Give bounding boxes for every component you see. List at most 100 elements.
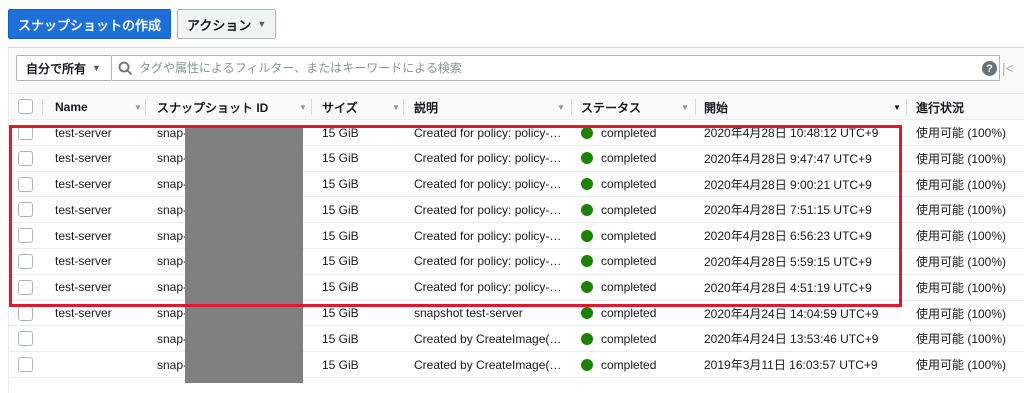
table-row[interactable]: test-server snap-0 15 GiB Created for polic… <box>9 223 1024 249</box>
status-cell-text: completed <box>601 177 657 192</box>
progress-cell: 使用可能 (100%) <box>916 223 1006 248</box>
actions-label: アクション <box>187 17 252 33</box>
size-cell-text: 15 GiB <box>322 357 359 372</box>
column-header-description[interactable]: 説明 <box>414 94 438 120</box>
started-cell-text: 2020年4月24日 14:04:59 UTC+9 <box>704 306 879 321</box>
started-cell: 2020年4月28日 10:48:12 UTC+9 <box>704 120 878 145</box>
size-cell: 15 GiB <box>322 326 359 351</box>
search-icon <box>118 61 133 75</box>
progress-cell-text: 使用可能 (100%) <box>916 229 1007 244</box>
name-cell-text: test-server <box>55 280 112 295</box>
column-label: 進行状況 <box>916 100 965 115</box>
size-cell: 15 GiB <box>322 275 359 300</box>
name-cell-text: test-server <box>55 177 112 192</box>
started-cell: 2020年4月28日 5:59:15 UTC+9 <box>704 249 872 274</box>
status-cell: completed <box>581 326 656 351</box>
status-cell: completed <box>581 172 656 197</box>
status-cell: completed <box>581 352 656 377</box>
size-cell: 15 GiB <box>322 172 359 197</box>
first-page-icon[interactable]: |< <box>1002 60 1014 76</box>
started-cell: 2020年4月28日 9:00:21 UTC+9 <box>704 172 872 197</box>
description-cell-text: Created for policy: policy-… <box>414 177 562 192</box>
status-cell-text: completed <box>601 202 657 217</box>
table-row[interactable]: test-server snap-0 15 GiB Created for polic… <box>9 146 1024 172</box>
progress-cell-text: 使用可能 (100%) <box>916 280 1007 295</box>
column-header-status[interactable]: ステータス <box>581 94 641 120</box>
table-row[interactable]: test-server snap-0 15 GiB Created for polic… <box>9 275 1024 301</box>
column-header-size[interactable]: サイズ <box>322 94 358 120</box>
status-cell-text: completed <box>601 228 657 243</box>
table-row[interactable]: test-server snap-0 15 GiB Created for polic… <box>9 172 1024 198</box>
status-dot-icon <box>581 307 593 320</box>
description-cell-text: Created for policy: policy-… <box>414 228 562 243</box>
started-cell-text: 2020年4月28日 10:48:12 UTC+9 <box>704 126 879 140</box>
table-row[interactable]: test-server snap-0 15 GiB Created for polic… <box>9 249 1024 275</box>
column-header-name[interactable]: Name <box>55 94 88 120</box>
row-checkbox[interactable] <box>18 202 33 218</box>
name-cell-text: test-server <box>55 151 112 166</box>
size-cell: 15 GiB <box>322 146 359 171</box>
search-input[interactable] <box>139 61 999 75</box>
status-dot-icon <box>581 255 593 268</box>
actions-button[interactable]: アクション ▼ <box>177 9 277 39</box>
status-cell-text: completed <box>601 280 657 295</box>
size-cell-text: 15 GiB <box>322 125 359 140</box>
name-cell: test-server <box>55 249 112 274</box>
progress-cell: 使用可能 (100%) <box>916 301 1006 326</box>
table-row[interactable]: snap-0 15 GiB Created by CreateImage(… comp… <box>9 326 1024 353</box>
column-header-progress[interactable]: 進行状況 <box>916 94 964 120</box>
status-cell: completed <box>581 223 656 248</box>
description-cell: Created for policy: policy-… <box>414 275 561 300</box>
size-cell: 15 GiB <box>322 249 359 274</box>
table-row[interactable]: test-server snap-0 15 GiB Created for polic… <box>9 197 1024 224</box>
sort-icon: ▼ <box>134 103 142 112</box>
size-cell: 15 GiB <box>322 352 359 377</box>
status-cell: completed <box>581 197 656 222</box>
size-cell-text: 15 GiB <box>322 151 359 166</box>
owner-filter-dropdown[interactable]: 自分で所有 ▼ <box>16 55 112 81</box>
name-cell: test-server <box>55 197 112 222</box>
size-cell: 15 GiB <box>322 197 359 222</box>
status-dot-icon <box>581 126 593 139</box>
progress-cell-text: 使用可能 (100%) <box>916 126 1007 140</box>
table-row[interactable]: test-server snap-0 15 GiB snapshot test-ser… <box>9 301 1024 327</box>
row-checkbox[interactable] <box>18 176 33 192</box>
status-cell-text: completed <box>601 357 657 372</box>
started-cell-text: 2020年4月28日 7:51:15 UTC+9 <box>704 203 872 218</box>
started-cell: 2020年4月24日 13:53:46 UTC+9 <box>704 326 878 351</box>
row-checkbox[interactable] <box>18 125 33 140</box>
column-header-started[interactable]: 開始 <box>704 94 728 120</box>
select-all-checkbox[interactable] <box>18 99 33 114</box>
row-checkbox[interactable] <box>18 305 33 321</box>
progress-cell: 使用可能 (100%) <box>916 249 1006 274</box>
row-checkbox[interactable] <box>18 150 33 166</box>
row-checkbox[interactable] <box>18 357 33 373</box>
table-row[interactable]: snap-0 15 GiB Created by CreateImage(… comp… <box>9 352 1024 378</box>
search-box: ? <box>112 55 1000 81</box>
description-cell-text: Created for policy: policy-… <box>414 151 562 166</box>
status-cell-text: completed <box>601 306 657 321</box>
create-snapshot-button[interactable]: スナップショットの作成 <box>8 9 172 39</box>
name-cell: test-server <box>55 146 112 171</box>
row-checkbox[interactable] <box>18 253 33 269</box>
column-label: Name <box>55 100 88 114</box>
name-cell-text: test-server <box>55 125 112 140</box>
snapshot-panel: 自分で所有 ▼ ? |< Name ▼ スナップショット ID ▼ <box>8 47 1024 393</box>
size-cell-text: 15 GiB <box>322 177 359 192</box>
name-cell-text: test-server <box>55 202 112 217</box>
row-checkbox[interactable] <box>18 228 33 244</box>
description-cell: snapshot test-server <box>414 301 523 326</box>
column-label: 説明 <box>414 100 439 115</box>
description-cell: Created for policy: policy-… <box>414 223 561 248</box>
column-header-snapshot-id[interactable]: スナップショット ID <box>157 94 268 120</box>
row-checkbox[interactable] <box>18 279 33 295</box>
status-dot-icon <box>581 358 593 371</box>
owner-filter-label: 自分で所有 <box>26 61 87 76</box>
description-cell-text: Created for policy: policy-… <box>414 125 562 140</box>
row-checkbox[interactable] <box>18 331 33 347</box>
status-dot-icon <box>581 152 593 165</box>
filter-bar: 自分で所有 ▼ ? |< <box>9 48 1024 94</box>
table-row[interactable]: test-server snap-0 15 GiB Created for polic… <box>9 120 1024 146</box>
help-icon[interactable]: ? <box>982 61 997 76</box>
progress-cell-text: 使用可能 (100%) <box>916 332 1007 347</box>
